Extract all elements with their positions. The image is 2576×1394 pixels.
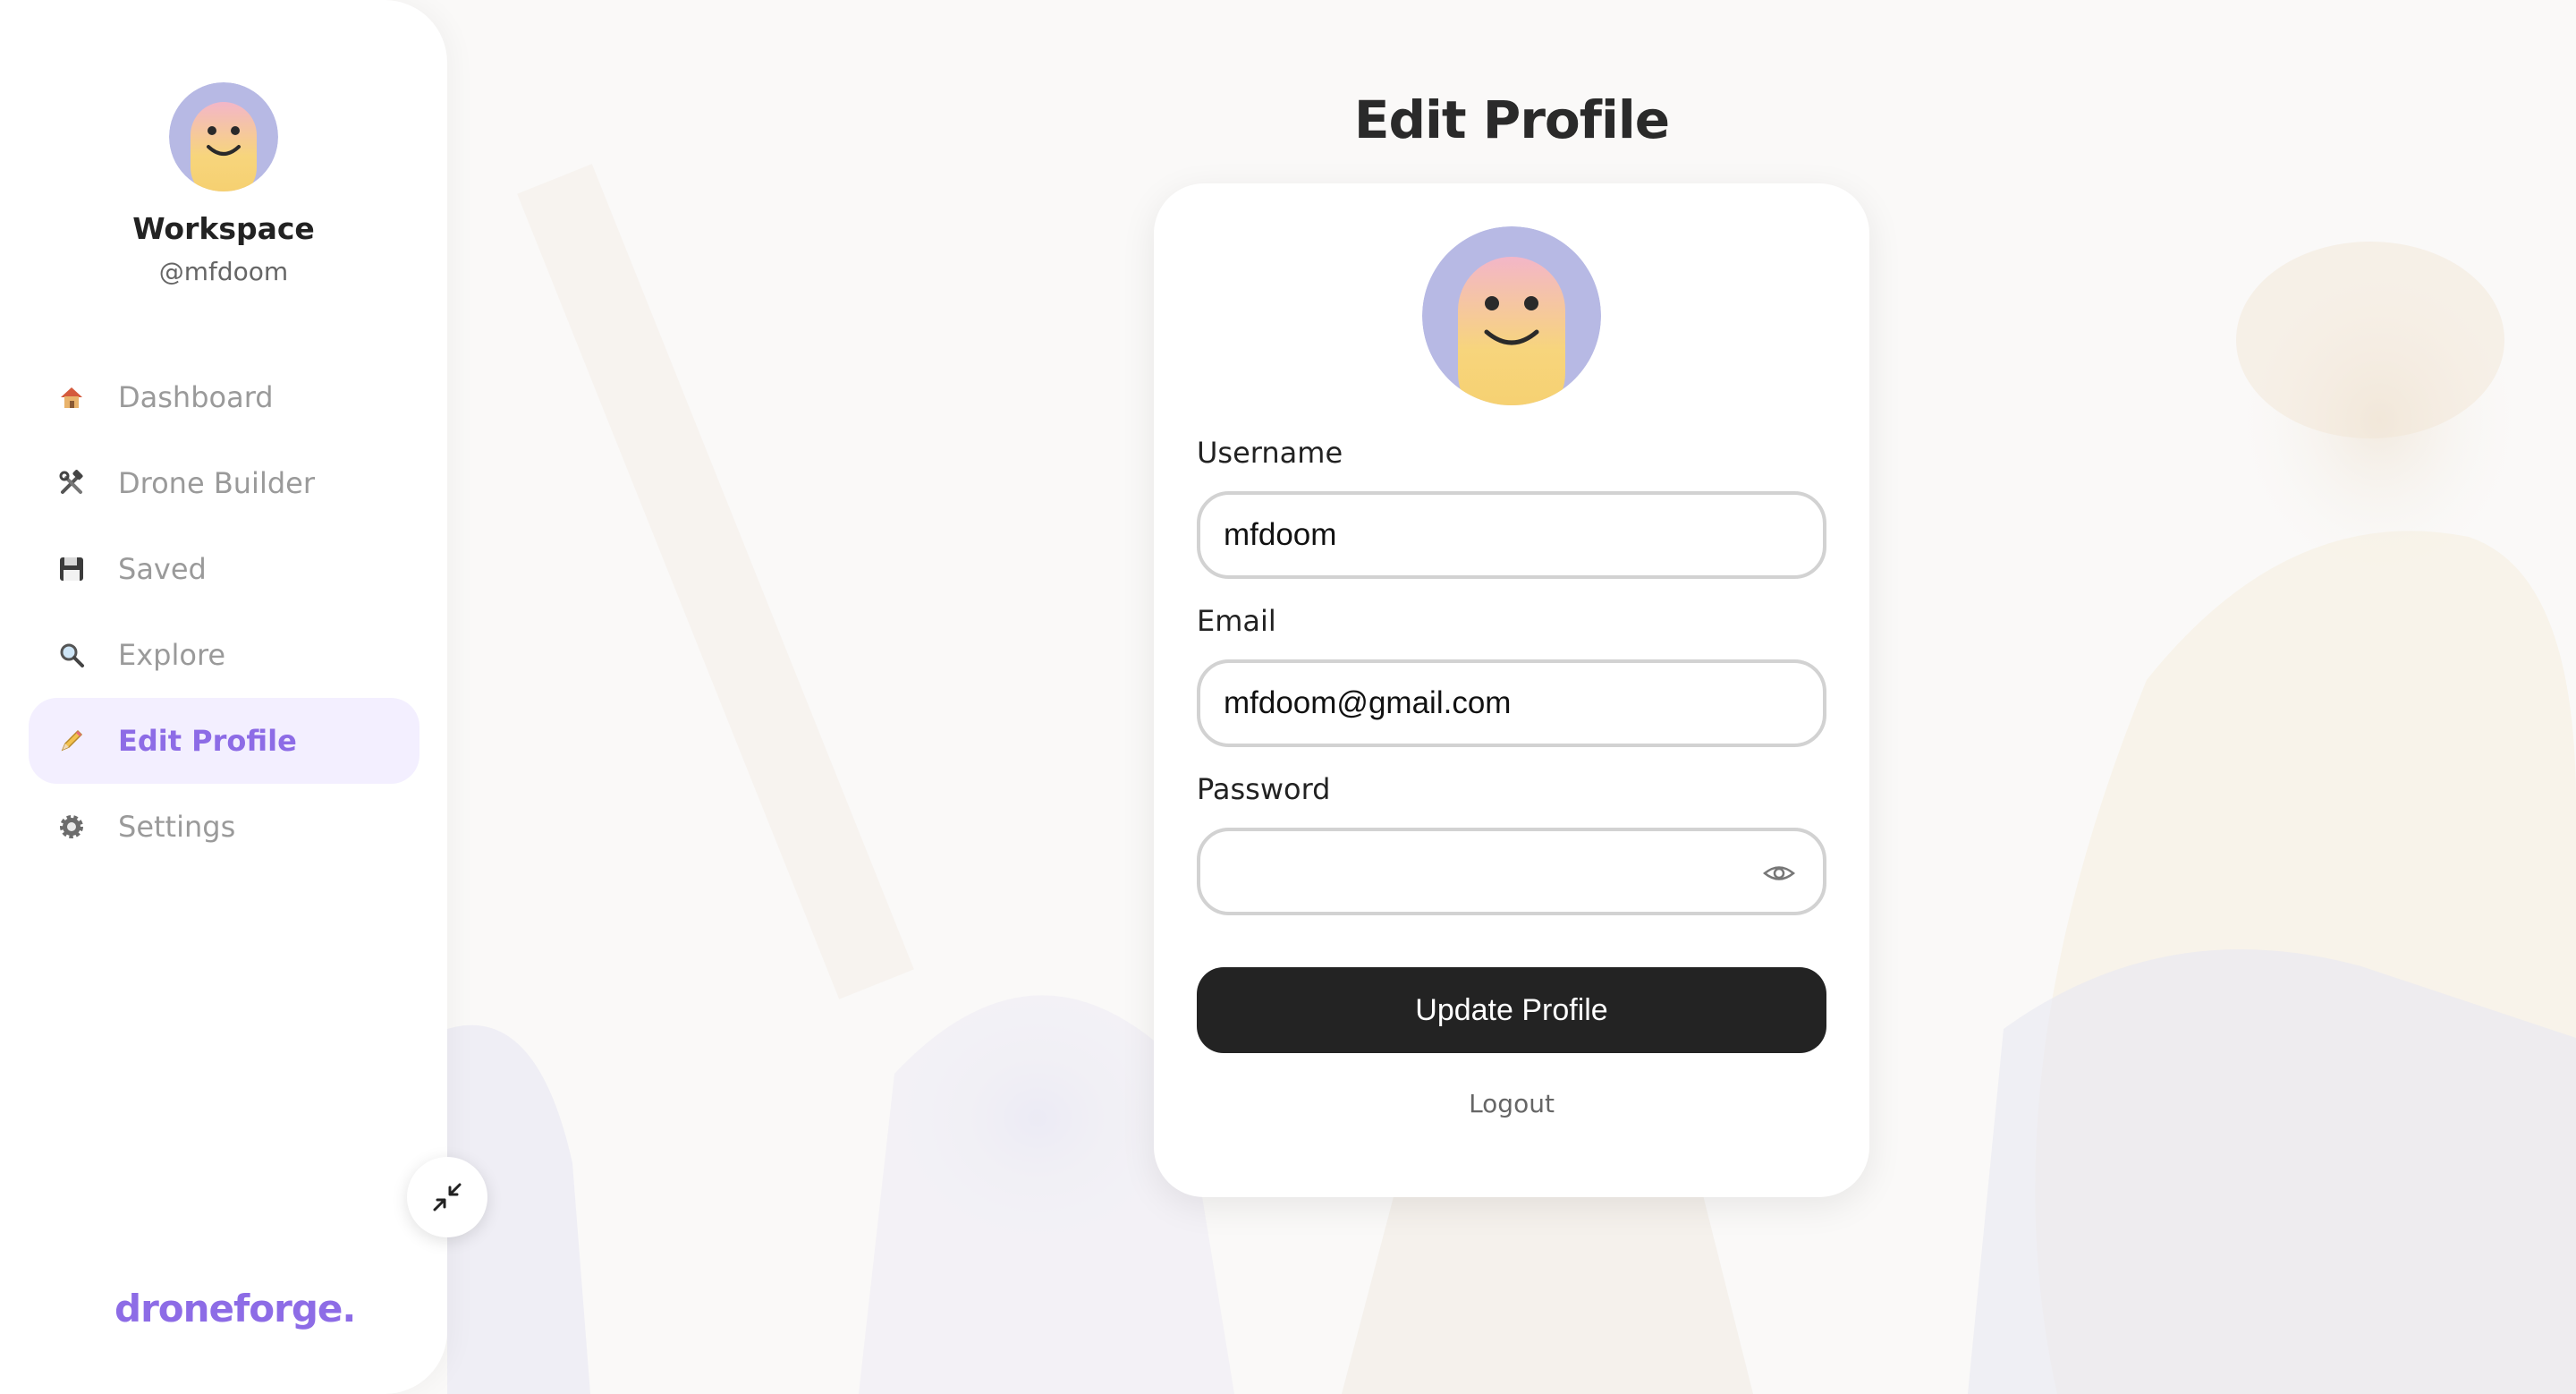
email-field-wrapper	[1197, 659, 1826, 747]
user-handle: @mfdoom	[158, 257, 289, 286]
avatar[interactable]	[169, 82, 278, 191]
sidebar-item-drone-builder[interactable]: Drone Builder	[29, 440, 419, 526]
sidebar-item-label: Saved	[118, 552, 207, 586]
sidebar-item-dashboard[interactable]: Dashboard	[29, 354, 419, 440]
logout-link[interactable]: Logout	[1154, 1089, 1869, 1118]
sidebar-item-label: Drone Builder	[118, 466, 315, 500]
profile-avatar[interactable]	[1422, 226, 1601, 405]
floppy-disk-icon	[55, 553, 88, 585]
sidebar-profile: Workspace @mfdoom	[0, 82, 447, 286]
smiley-avatar-icon	[169, 82, 278, 191]
house-icon	[55, 381, 88, 413]
smiley-avatar-icon	[1422, 226, 1601, 405]
brand-logo: droneforge.	[114, 1287, 356, 1330]
sidebar-collapse-button[interactable]	[407, 1157, 487, 1237]
username-label: Username	[1197, 436, 1343, 470]
page-title: Edit Profile	[1353, 89, 1670, 150]
sidebar-nav: Dashboard Drone Builder Saved Explore Ed…	[29, 354, 419, 870]
password-input[interactable]	[1224, 854, 1760, 889]
pencil-icon	[55, 725, 88, 757]
sidebar-item-saved[interactable]: Saved	[29, 526, 419, 612]
sidebar: Workspace @mfdoom Dashboard Drone Builde…	[0, 0, 447, 1394]
username-input[interactable]	[1224, 517, 1760, 553]
workspace-name: Workspace	[132, 211, 315, 246]
sidebar-item-edit-profile[interactable]: Edit Profile	[29, 698, 419, 784]
update-profile-button[interactable]: Update Profile	[1197, 967, 1826, 1053]
username-field-wrapper	[1197, 491, 1826, 579]
gear-icon	[55, 811, 88, 843]
eye-icon[interactable]	[1762, 856, 1796, 890]
password-label: Password	[1197, 772, 1331, 806]
app-root: Workspace @mfdoom Dashboard Drone Builde…	[0, 0, 2576, 1394]
tools-icon	[55, 467, 88, 499]
sidebar-item-label: Edit Profile	[118, 724, 297, 758]
email-input[interactable]	[1224, 685, 1760, 721]
magnifier-icon	[55, 639, 88, 671]
collapse-arrows-icon	[433, 1183, 462, 1211]
sidebar-item-label: Dashboard	[118, 380, 274, 414]
sidebar-item-settings[interactable]: Settings	[29, 784, 419, 870]
sidebar-item-label: Settings	[118, 810, 236, 844]
email-label: Email	[1197, 604, 1276, 638]
password-field-wrapper	[1197, 828, 1826, 915]
sidebar-item-label: Explore	[118, 638, 226, 672]
sidebar-item-explore[interactable]: Explore	[29, 612, 419, 698]
edit-profile-card: Username Email Password Update Profile L…	[1154, 183, 1869, 1197]
